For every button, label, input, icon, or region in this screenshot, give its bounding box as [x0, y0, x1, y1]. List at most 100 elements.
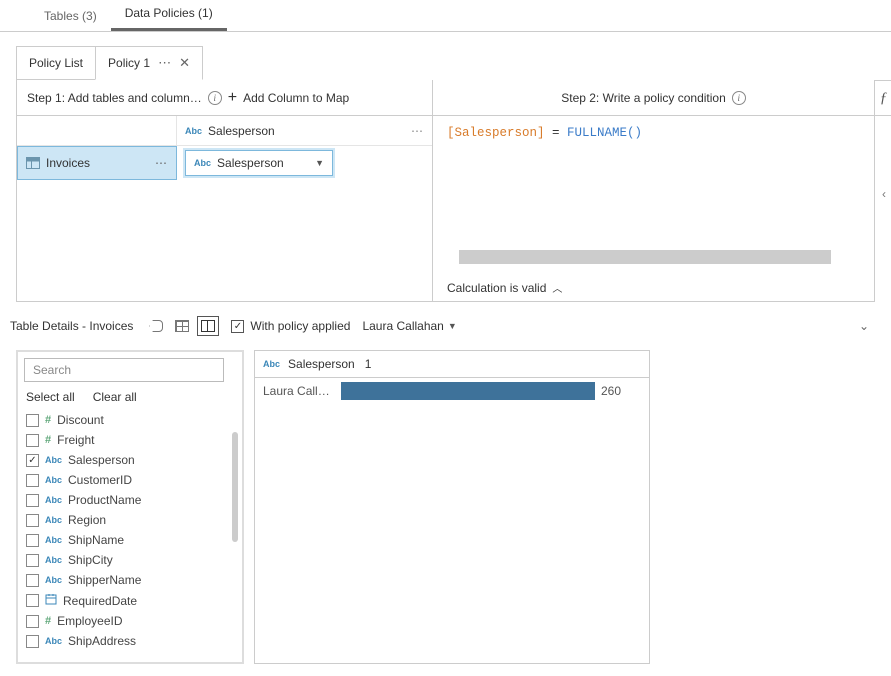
field-label: EmployeeID: [57, 614, 122, 628]
fx-function-button[interactable]: ƒ: [874, 80, 891, 116]
preview-user-dropdown[interactable]: Laura Callahan ▼: [362, 319, 456, 333]
select-all-link[interactable]: Select all: [26, 390, 75, 404]
checkbox-checked-icon: ✓: [231, 320, 244, 333]
field-checkbox[interactable]: ✓: [26, 454, 39, 467]
field-label: Salesperson: [68, 453, 135, 467]
field-row[interactable]: AbcShipName: [24, 530, 238, 550]
number-type-icon: #: [45, 414, 51, 426]
column-header[interactable]: Abc Salesperson ⋯: [177, 116, 432, 145]
table-name-label: Invoices: [46, 156, 90, 170]
field-checkbox[interactable]: [26, 594, 39, 607]
chevron-up-icon: ︿: [552, 280, 562, 295]
step1-info-icon[interactable]: i: [208, 91, 222, 105]
field-checkbox[interactable]: [26, 574, 39, 587]
column-header-label: Salesperson: [208, 124, 275, 138]
abc-type-icon: Abc: [263, 359, 280, 369]
add-column-plus-icon[interactable]: +: [228, 89, 237, 107]
field-row[interactable]: # EmployeeID: [24, 611, 238, 631]
abc-type-icon: Abc: [194, 158, 211, 168]
field-row[interactable]: Abc ShipperName: [24, 570, 238, 590]
preview-user-label: Laura Callahan: [362, 319, 443, 333]
viz-value-label: 260: [601, 384, 621, 398]
field-checkbox[interactable]: [26, 534, 39, 547]
number-type-icon: #: [45, 615, 51, 627]
abc-type-icon: Abc: [45, 495, 62, 505]
tab-close-icon[interactable]: ✕: [179, 55, 190, 71]
field-row[interactable]: Abc ShipAddress: [24, 631, 238, 651]
map-column-dropdown[interactable]: Abc Salesperson ▼: [185, 150, 333, 176]
table-details-title: Table Details - Invoices: [10, 319, 133, 333]
step2-info-icon[interactable]: i: [732, 91, 746, 105]
field-row[interactable]: Abc ShipCity: [24, 550, 238, 570]
field-checkbox[interactable]: [26, 635, 39, 648]
dropdown-arrow-icon: ▼: [448, 321, 457, 331]
table-row-more-icon[interactable]: ⋯: [155, 156, 168, 170]
column-header-more-icon[interactable]: ⋯: [411, 124, 424, 138]
with-policy-checkbox[interactable]: ✓ With policy applied: [231, 319, 350, 333]
tab-policy-list[interactable]: Policy List: [16, 46, 95, 80]
viz-title: Salesperson: [288, 357, 355, 371]
tab-policy-1-label: Policy 1: [108, 56, 150, 70]
calculation-status-label: Calculation is valid: [447, 281, 546, 295]
table-row-invoices[interactable]: Invoices ⋯: [17, 146, 177, 180]
tab-tables[interactable]: Tables (3): [30, 1, 111, 31]
tab-policy-list-label: Policy List: [29, 56, 83, 70]
with-policy-label: With policy applied: [250, 319, 350, 333]
viz-distinct-count: 1: [365, 357, 372, 371]
search-input[interactable]: Search: [24, 358, 224, 382]
field-checkbox[interactable]: [26, 414, 39, 427]
add-column-link[interactable]: Add Column to Map: [243, 91, 349, 105]
abc-type-icon: Abc: [45, 636, 62, 646]
field-label: ShipperName: [68, 573, 141, 587]
step2-title: Step 2: Write a policy condition: [561, 91, 726, 105]
field-checkbox[interactable]: [26, 434, 39, 447]
field-label: ShipAddress: [68, 634, 136, 648]
field-row[interactable]: AbcRegion: [24, 510, 238, 530]
abc-type-icon: Abc: [45, 575, 62, 585]
expand-side-icon[interactable]: ‹: [874, 180, 891, 208]
viz-header: Abc Salesperson 1: [255, 351, 649, 378]
abc-type-icon: Abc: [45, 555, 62, 565]
abc-type-icon: Abc: [45, 475, 62, 485]
field-label: Discount: [57, 413, 104, 427]
field-checkbox[interactable]: [26, 554, 39, 567]
table-icon: [26, 157, 40, 169]
tab-more-icon[interactable]: ⋯: [158, 55, 171, 71]
details-expand-icon[interactable]: ⌄: [859, 319, 869, 333]
code-eq: =: [545, 126, 568, 140]
viz-bar: [341, 382, 595, 400]
field-row[interactable]: AbcCustomerID: [24, 470, 238, 490]
split-view-icon[interactable]: [197, 316, 219, 336]
number-type-icon: #: [45, 434, 51, 446]
field-row[interactable]: # Freight: [24, 430, 238, 450]
policy-condition-editor[interactable]: [Salesperson] = FULLNAME(): [447, 126, 860, 140]
field-label: Freight: [57, 433, 94, 447]
calculation-status[interactable]: Calculation is valid ︿: [433, 274, 874, 301]
viz-category-label: Laura Calla…: [263, 384, 335, 398]
field-row[interactable]: AbcProductName: [24, 490, 238, 510]
field-row[interactable]: ✓AbcSalesperson: [24, 450, 238, 470]
tab-data-policies[interactable]: Data Policies (1): [111, 0, 227, 31]
tab-policy-1[interactable]: Policy 1 ⋯ ✕: [95, 46, 203, 80]
fields-scrollbar[interactable]: [232, 432, 238, 542]
field-checkbox[interactable]: [26, 514, 39, 527]
step1-title: Step 1: Add tables and column…: [27, 91, 202, 105]
field-label: ShipCity: [68, 553, 113, 567]
grid-view-icon[interactable]: [171, 316, 193, 336]
field-checkbox[interactable]: [26, 474, 39, 487]
tag-view-icon[interactable]: [145, 316, 167, 336]
abc-type-icon: Abc: [185, 126, 202, 136]
map-column-value: Salesperson: [217, 156, 284, 170]
field-checkbox[interactable]: [26, 615, 39, 628]
field-row[interactable]: # Discount: [24, 410, 238, 430]
editor-scrollbar[interactable]: [459, 250, 831, 264]
field-label: RequiredDate: [63, 594, 137, 608]
date-type-icon: [45, 593, 57, 608]
abc-type-icon: Abc: [45, 535, 62, 545]
field-row[interactable]: RequiredDate: [24, 590, 238, 611]
tables-header-blank: [17, 116, 177, 145]
clear-all-link[interactable]: Clear all: [93, 390, 137, 404]
code-field-token: [Salesperson]: [447, 126, 545, 140]
field-checkbox[interactable]: [26, 494, 39, 507]
code-function-token: FULLNAME(): [567, 126, 642, 140]
